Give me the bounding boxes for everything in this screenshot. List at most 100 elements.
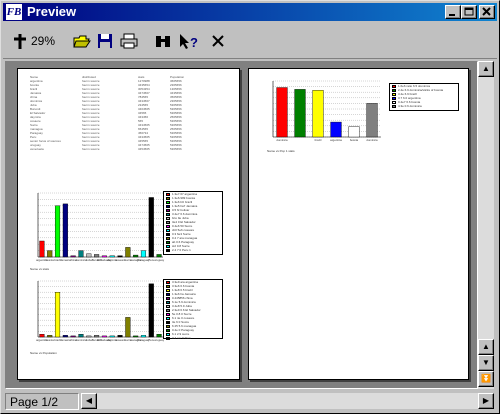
table-cell: fourm source — [82, 147, 100, 151]
bar — [109, 335, 115, 338]
legend-swatch — [166, 316, 170, 320]
legend-label: 3.4 nor 9 Peru — [172, 336, 192, 340]
summary-chart-legend: 1.6e6 ratio 6.5 dominica 2.4e 6.9 dominic… — [389, 83, 459, 111]
bar — [86, 253, 92, 258]
bar — [366, 103, 378, 138]
find-button[interactable] — [153, 31, 173, 51]
legend-item: 4.3e 0.6 dominica — [390, 104, 458, 108]
title-bar[interactable]: FB Preview — [3, 3, 497, 21]
legend-swatch — [166, 296, 170, 300]
bar — [39, 334, 45, 338]
legend-item: 3.4 nor 9 Peru — [164, 336, 222, 340]
x-tick-label: dominica — [276, 138, 288, 142]
legend-swatch — [166, 204, 170, 208]
summary-chart-caption: Name vs Pop 1 stats — [267, 149, 295, 153]
legend-swatch — [392, 104, 396, 108]
legend-swatch — [166, 332, 170, 336]
close-preview-button[interactable] — [208, 31, 228, 51]
help-button[interactable]: ? — [178, 31, 200, 51]
x-tick-label: brazil — [315, 138, 322, 142]
bar — [140, 335, 147, 338]
print-button[interactable] — [119, 31, 139, 51]
bar — [62, 335, 68, 338]
legend-swatch — [166, 288, 170, 292]
scroll-up-button[interactable]: ▲ — [478, 61, 494, 77]
status-bar: Page 1/2 — [5, 393, 79, 410]
scroll-up-button[interactable]: ▲ — [478, 339, 494, 355]
legend-swatch — [166, 236, 170, 240]
legend-swatch — [166, 328, 170, 332]
save-button[interactable] — [96, 31, 114, 51]
data-table: Name distributed stats Population argent… — [28, 75, 186, 151]
bar — [294, 89, 306, 138]
legend-swatch — [166, 200, 170, 204]
legend-swatch — [166, 312, 170, 316]
legend-swatch — [392, 100, 396, 104]
legend-swatch — [166, 220, 170, 224]
legend-swatch — [166, 308, 170, 312]
population-chart-legend: 3.3e9 ara argentina 3.3e6 6.6 bosnia 1.3e8… — [163, 279, 223, 340]
legend-swatch — [166, 192, 170, 196]
window-title: Preview — [27, 4, 77, 19]
legend-swatch — [392, 84, 396, 88]
legend-label: 4.3e 0.6 dominica — [398, 104, 422, 108]
zoom-button[interactable] — [11, 31, 29, 51]
bar — [101, 255, 107, 258]
bar — [47, 250, 53, 258]
legend-label: 2.4 7 0 Peru 1 — [172, 248, 191, 252]
preview-area: Name distributed stats Population argent… — [5, 61, 478, 389]
zoom-cross-icon — [14, 34, 26, 49]
scroll-left-button[interactable]: ◀ — [81, 393, 97, 409]
stats-chart-legend: 1.3e7.67 argentina 1.3e6.999 bosnia 1.3e6 … — [163, 191, 223, 255]
page-down-button[interactable]: ⏬ — [478, 371, 494, 387]
summary-bar-chart: dominica brazil argentina bosnia dominica — [272, 80, 381, 142]
scroll-right-button[interactable]: ▶ — [478, 393, 494, 409]
minimize-icon — [449, 14, 455, 16]
close-icon — [482, 7, 491, 16]
bar — [78, 250, 84, 258]
toolbar: 29% ? — [3, 23, 497, 59]
bar — [156, 254, 162, 258]
bar — [70, 335, 76, 338]
preview-page-1: Name distributed stats Population argent… — [17, 68, 240, 380]
bar — [101, 335, 107, 338]
legend-swatch — [166, 336, 170, 340]
table-cell: 5365656 — [170, 147, 182, 151]
bar — [140, 250, 147, 258]
bar — [47, 335, 53, 338]
legend-swatch — [166, 324, 170, 328]
open-button[interactable] — [72, 31, 92, 51]
bar — [86, 335, 92, 338]
page-indicator: Page 1/2 — [10, 395, 59, 409]
bar — [125, 247, 131, 258]
maximize-icon — [464, 7, 474, 16]
legend-swatch — [166, 240, 170, 244]
legend-swatch — [166, 212, 170, 216]
close-button[interactable] — [479, 5, 495, 19]
bar — [39, 240, 45, 258]
horizontal-scrollbar[interactable]: ◀ ▶ — [81, 393, 494, 409]
binoculars-icon — [156, 36, 170, 47]
bar — [156, 334, 162, 338]
legend-swatch — [166, 224, 170, 228]
open-folder-icon — [73, 35, 91, 48]
minimize-button[interactable] — [445, 5, 461, 19]
legend-swatch — [166, 248, 170, 252]
maximize-button[interactable] — [461, 5, 477, 19]
bar — [133, 254, 139, 258]
zoom-level: 29% — [31, 34, 56, 48]
floppy-disk-icon — [98, 34, 112, 48]
printer-icon — [120, 33, 138, 49]
bar — [276, 87, 288, 138]
scroll-down-button[interactable]: ▼ — [478, 355, 494, 371]
bar — [117, 335, 123, 338]
vertical-scrollbar[interactable]: ▲ ▲ ▼ ⏬ — [478, 61, 494, 389]
bar — [94, 254, 100, 258]
x-tick-label: dominica — [366, 138, 378, 142]
bar — [94, 335, 100, 338]
legend-swatch — [166, 196, 170, 200]
bar — [133, 335, 139, 338]
legend-swatch — [166, 216, 170, 220]
legend-swatch — [166, 244, 170, 248]
legend-swatch — [392, 88, 396, 92]
